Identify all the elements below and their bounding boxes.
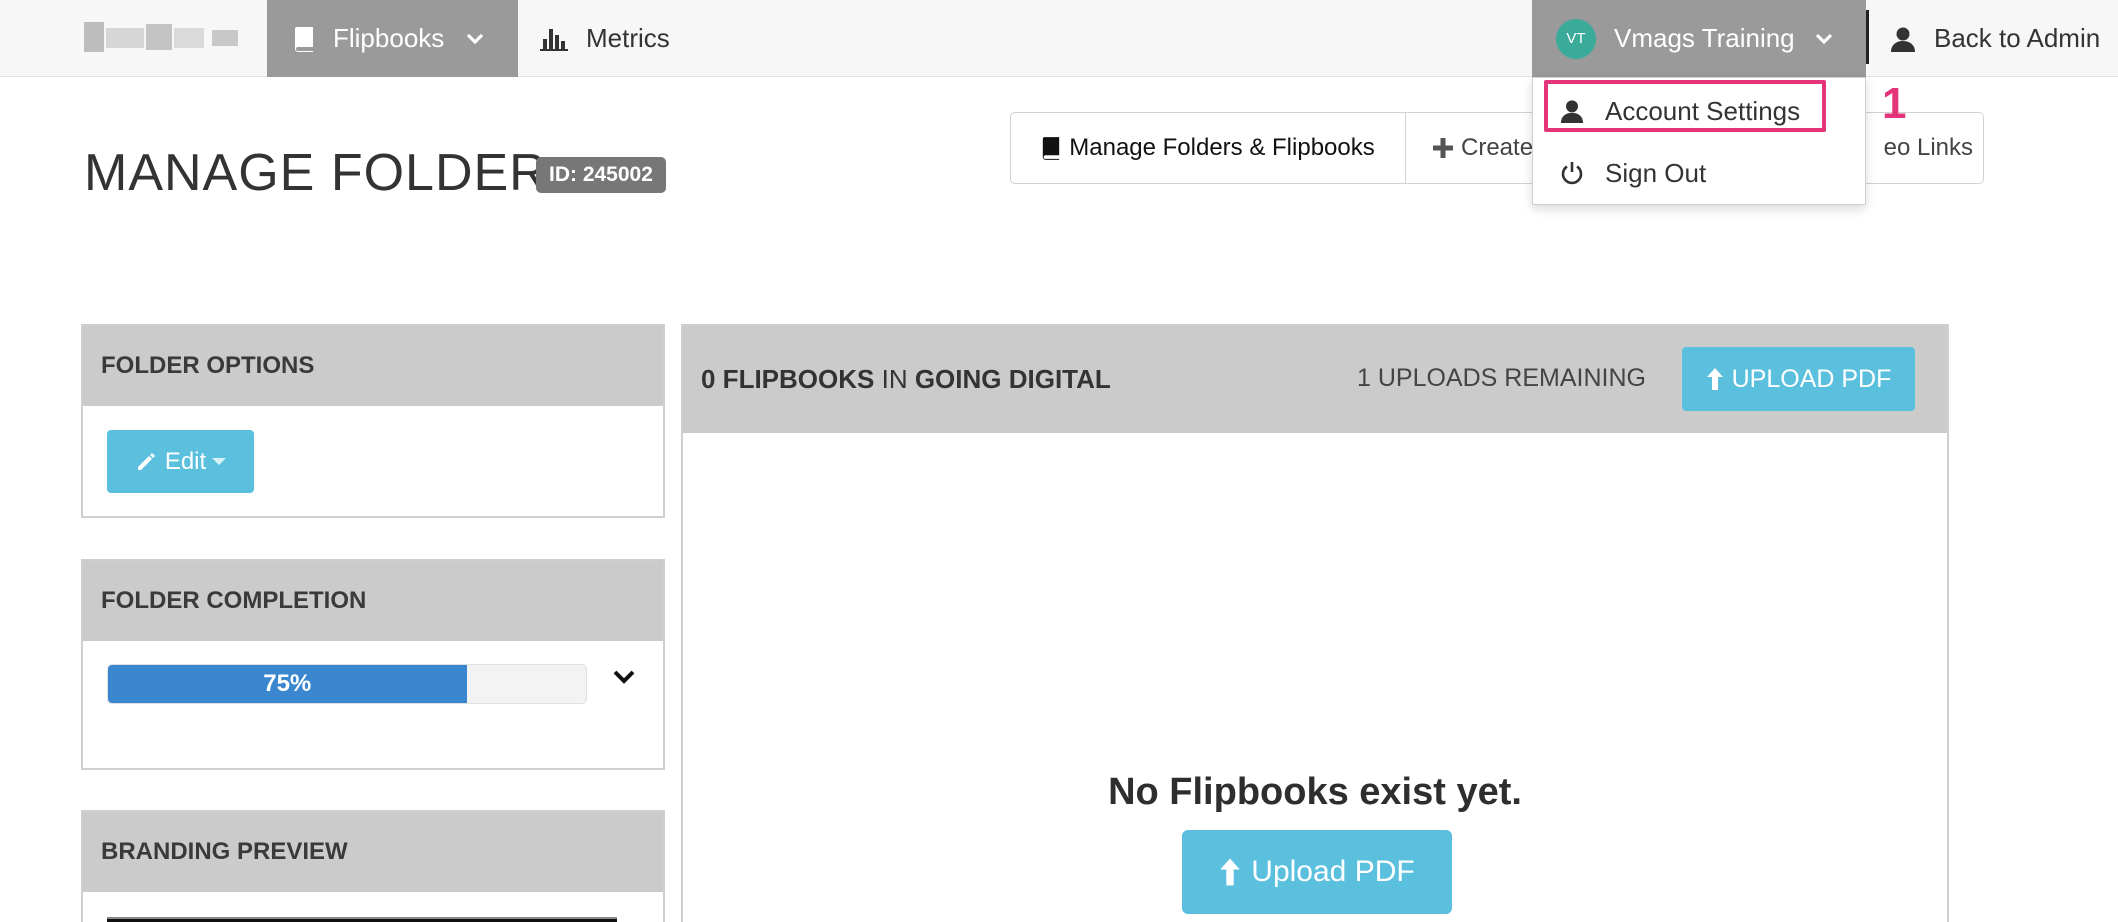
book-icon bbox=[1041, 136, 1061, 160]
nav-divider bbox=[1866, 10, 1869, 64]
page-title: MANAGE FOLDER: bbox=[84, 144, 564, 202]
completion-progress-bar: 75% bbox=[107, 664, 587, 704]
flipbooks-panel: 0 FLIPBOOKS IN GOING DIGITAL 1 UPLOADS R… bbox=[681, 324, 1949, 922]
in-word: IN bbox=[881, 364, 908, 394]
book-icon bbox=[293, 26, 315, 52]
arrow-up-icon bbox=[1706, 367, 1724, 391]
upload-pdf-button[interactable]: UPLOAD PDF bbox=[1682, 347, 1915, 411]
folder-options-panel: FOLDER OPTIONS Edit bbox=[81, 324, 665, 518]
menu-item-account-settings[interactable]: Account Settings bbox=[1533, 84, 1865, 138]
nav-flipbooks-menu[interactable]: Flipbooks bbox=[267, 0, 518, 77]
panel-heading: BRANDING PREVIEW bbox=[83, 812, 663, 892]
manage-folders-button[interactable]: Manage Folders & Flipbooks bbox=[1011, 113, 1406, 183]
plus-icon bbox=[1433, 138, 1453, 158]
folder-name: GOING DIGITAL bbox=[914, 364, 1111, 394]
annotation-step-number: 1 bbox=[1882, 79, 1907, 128]
create-label: Create bbox=[1461, 134, 1534, 161]
user-name-label: Vmags Training bbox=[1614, 23, 1795, 53]
branding-preview-panel: BRANDING PREVIEW bbox=[81, 810, 665, 922]
folder-completion-panel: FOLDER COMPLETION 75% bbox=[81, 559, 665, 770]
pencil-icon bbox=[135, 451, 157, 473]
brand-logo[interactable] bbox=[84, 14, 242, 60]
avatar: VT bbox=[1556, 18, 1596, 59]
progress-fill: 75% bbox=[108, 665, 467, 703]
chevron-down-icon bbox=[1815, 33, 1833, 45]
branding-preview-image bbox=[107, 917, 617, 922]
chevron-down-icon[interactable] bbox=[613, 669, 635, 685]
manage-folders-label: Manage Folders & Flipbooks bbox=[1069, 134, 1375, 161]
panel-heading: FOLDER COMPLETION bbox=[83, 561, 663, 641]
caret-down-icon bbox=[212, 458, 227, 465]
uploads-remaining: 1 UPLOADS REMAINING bbox=[1357, 364, 1646, 392]
create-button[interactable]: Create bbox=[1409, 113, 1533, 183]
flipbooks-count: 0 FLIPBOOKS bbox=[701, 364, 875, 394]
upload-pdf-label: UPLOAD PDF bbox=[1731, 364, 1892, 393]
bar-chart-icon bbox=[540, 27, 568, 51]
empty-state-message: No Flipbooks exist yet. bbox=[1108, 771, 1522, 813]
user-dropdown-menu: Account Settings Sign Out bbox=[1532, 77, 1866, 205]
flipbooks-panel-heading: 0 FLIPBOOKS IN GOING DIGITAL 1 UPLOADS R… bbox=[683, 326, 1947, 433]
flipbooks-count-title: 0 FLIPBOOKS IN GOING DIGITAL bbox=[701, 364, 1111, 395]
menu-item-label: Account Settings bbox=[1605, 95, 1801, 126]
edit-dropdown-button[interactable]: Edit bbox=[107, 430, 254, 493]
nav-metrics-link[interactable]: Metrics bbox=[540, 0, 670, 77]
chevron-down-icon bbox=[466, 33, 484, 45]
video-links-label: eo Links bbox=[1883, 134, 1973, 161]
top-navbar: Flipbooks Metrics VT Vmags Training Back… bbox=[0, 0, 2118, 77]
panel-heading: FOLDER OPTIONS bbox=[83, 326, 663, 406]
back-to-admin-label: Back to Admin bbox=[1934, 23, 2101, 53]
arrow-up-icon bbox=[1219, 857, 1241, 887]
power-icon bbox=[1559, 161, 1585, 185]
nav-flipbooks-label: Flipbooks bbox=[333, 23, 445, 53]
user-icon bbox=[1890, 26, 1916, 52]
back-to-admin-link[interactable]: Back to Admin bbox=[1890, 0, 2100, 77]
folder-id-badge: ID: 245002 bbox=[536, 157, 666, 193]
edit-label: Edit bbox=[164, 447, 207, 475]
upload-pdf-large-label: Upload PDF bbox=[1251, 855, 1415, 888]
user-icon bbox=[1559, 99, 1585, 123]
nav-metrics-label: Metrics bbox=[586, 23, 670, 53]
user-menu-toggle[interactable]: VT Vmags Training bbox=[1532, 0, 1866, 77]
menu-item-sign-out[interactable]: Sign Out bbox=[1533, 146, 1865, 200]
menu-item-label: Sign Out bbox=[1605, 157, 1707, 188]
upload-pdf-large-button[interactable]: Upload PDF bbox=[1182, 830, 1452, 914]
